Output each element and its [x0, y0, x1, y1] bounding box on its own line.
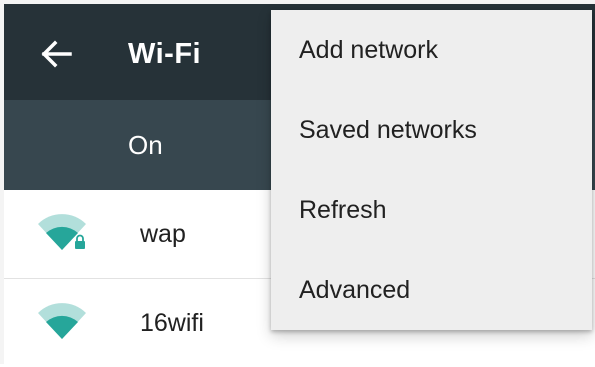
network-name: wap — [140, 220, 186, 248]
menu-item-add-network[interactable]: Add network — [271, 10, 592, 90]
menu-item-label: Add network — [299, 36, 438, 64]
page-title: Wi-Fi — [128, 38, 202, 70]
wifi-lock-icon — [38, 214, 86, 250]
wifi-switch-label: On — [128, 130, 163, 160]
screen-frame: Wi-Fi On wap 16wifi Add network Saved ne… — [0, 0, 595, 364]
arrow-left-icon — [41, 40, 72, 68]
menu-item-label: Saved networks — [299, 116, 477, 144]
menu-item-label: Refresh — [299, 196, 387, 224]
back-button[interactable] — [34, 32, 78, 76]
wifi-icon — [38, 303, 86, 339]
menu-item-saved-networks[interactable]: Saved networks — [271, 90, 592, 170]
network-name: 16wifi — [140, 309, 204, 337]
menu-item-refresh[interactable]: Refresh — [271, 170, 592, 250]
menu-item-advanced[interactable]: Advanced — [271, 250, 592, 330]
menu-item-label: Advanced — [299, 276, 411, 304]
overflow-menu: Add network Saved networks Refresh Advan… — [271, 10, 592, 330]
